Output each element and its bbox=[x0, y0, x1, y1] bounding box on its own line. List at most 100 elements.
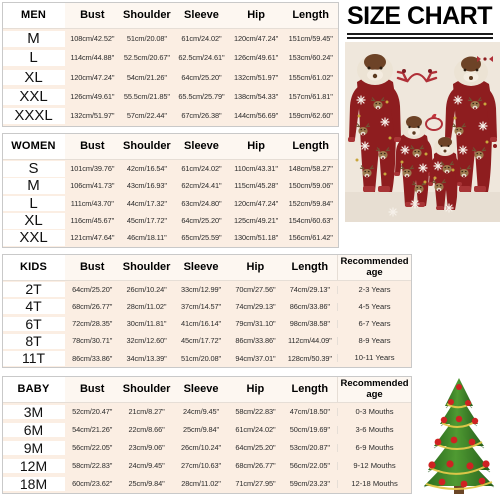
column-header-length: Length bbox=[292, 8, 329, 21]
table-row: M 106cm/41.73" 43cm/16.93" 62cm/24.41" 1… bbox=[3, 177, 338, 194]
cell-size: 2T bbox=[3, 282, 65, 297]
cell-size: 11T bbox=[3, 351, 65, 366]
table-row: 9M 56cm/22.05" 23cm/9.06" 26cm/10.24" 64… bbox=[3, 439, 411, 457]
cell-recommended-age: 3-6 Mouths bbox=[337, 426, 411, 434]
column-header-hip: Hip bbox=[246, 260, 265, 273]
cell-hip: 132cm/51.97" bbox=[234, 73, 279, 82]
cell-length: 128cm/50.39" bbox=[287, 354, 332, 363]
cell-recommended-age: 6-9 Mouths bbox=[337, 444, 411, 452]
cell-bust: 106cm/41.73" bbox=[70, 182, 115, 190]
table-row: 12M 58cm/22.83" 24cm/9.45" 27cm/10.63" 6… bbox=[3, 457, 411, 475]
cell-bust: 64cm/25.20" bbox=[72, 285, 113, 294]
cell-sleeve: 65.5cm/25.79" bbox=[178, 93, 225, 101]
table-row: 11T 86cm/33.86" 34cm/13.39" 51cm/20.08" … bbox=[3, 350, 411, 367]
column-header-category: KIDS bbox=[3, 255, 65, 280]
cell-length: 156cm/61.42" bbox=[288, 234, 333, 243]
cell-shoulder: 55.5cm/21.85" bbox=[123, 93, 170, 101]
size-table-kids: KIDS Bust Shoulder Sleeve Hip Length Rec… bbox=[2, 254, 412, 368]
cell-size: XL bbox=[3, 69, 65, 86]
cell-size: 12M bbox=[3, 458, 65, 474]
cell-length: 154cm/60.63" bbox=[288, 217, 333, 225]
cell-length: 98cm/38.58" bbox=[289, 320, 330, 328]
cell-size: L bbox=[3, 195, 65, 212]
cell-size: L bbox=[3, 50, 65, 66]
cell-length: 74cm/29.13" bbox=[289, 285, 330, 294]
cell-bust: 114cm/44.88" bbox=[70, 54, 115, 62]
cell-recommended-age: 9-12 Mouths bbox=[337, 462, 411, 470]
column-header-category: BABY bbox=[3, 377, 65, 402]
cell-sleeve: 28cm/11.02" bbox=[181, 480, 221, 488]
cell-shoulder: 45cm/17.72" bbox=[126, 217, 167, 225]
cell-bust: 72cm/28.35" bbox=[72, 320, 113, 328]
cell-shoulder: 21cm/8.27" bbox=[128, 408, 165, 416]
table-header-row: BABY Bust Shoulder Sleeve Hip Length Rec… bbox=[3, 377, 411, 403]
table-header-row: MEN Bust Shoulder Sleeve Hip Length bbox=[3, 3, 338, 29]
cell-size: M bbox=[3, 178, 65, 194]
column-header-shoulder: Shoulder bbox=[123, 139, 171, 152]
cell-hip: 120cm/47.24" bbox=[234, 199, 279, 208]
cell-size: XXL bbox=[3, 89, 65, 105]
cell-recommended-age: 10-11 Years bbox=[337, 354, 411, 363]
cell-sleeve: 61cm/24.02" bbox=[181, 164, 222, 173]
cell-shoulder: 23cm/9.06" bbox=[128, 444, 165, 452]
cell-sleeve: 65cm/25.59" bbox=[181, 234, 222, 243]
table-row: XXL 121cm/47.64" 46cm/18.11" 65cm/25.59"… bbox=[3, 230, 338, 247]
table-row: XL 120cm/47.24" 54cm/21.26" 64cm/25.20" … bbox=[3, 68, 338, 87]
cell-hip: 138cm/54.33" bbox=[234, 93, 279, 101]
table-header-row: KIDS Bust Shoulder Sleeve Hip Length Rec… bbox=[3, 255, 411, 281]
cell-bust: 120cm/47.24" bbox=[70, 73, 115, 82]
table-row: XXXL 132cm/51.97" 57cm/22.44" 67cm/26.38… bbox=[3, 107, 338, 126]
table-row: M 108cm/42.52" 51cm/20.08" 61cm/24.02" 1… bbox=[3, 29, 338, 48]
table-row: XL 116cm/45.67" 45cm/17.72" 64cm/25.20" … bbox=[3, 212, 338, 229]
cell-length: 56cm/22.05" bbox=[289, 462, 330, 470]
column-header-sleeve: Sleeve bbox=[184, 8, 219, 21]
cell-length: 157cm/61.81" bbox=[288, 93, 333, 101]
column-header-bust: Bust bbox=[80, 139, 105, 152]
cell-hip: 68cm/26.77" bbox=[235, 462, 276, 470]
cell-bust: 54cm/21.26" bbox=[72, 426, 113, 434]
cell-sleeve: 45cm/17.72" bbox=[180, 337, 222, 346]
table-body: M 108cm/42.52" 51cm/20.08" 61cm/24.02" 1… bbox=[3, 29, 338, 126]
christmas-tree-image bbox=[420, 372, 498, 498]
column-header-hip: Hip bbox=[247, 139, 265, 152]
cell-recommended-age: 12-18 Mouths bbox=[337, 480, 411, 488]
table-row: S 101cm/39.76" 42cm/16.54" 61cm/24.02" 1… bbox=[3, 160, 338, 177]
column-header-sleeve: Sleeve bbox=[183, 260, 219, 273]
cell-shoulder: 34cm/13.39" bbox=[126, 354, 167, 363]
cell-length: 159cm/62.60" bbox=[288, 112, 333, 121]
column-header-hip: Hip bbox=[246, 382, 265, 395]
cell-sleeve: 26cm/10.24" bbox=[180, 444, 222, 452]
column-header-hip: Hip bbox=[247, 8, 265, 21]
cell-sleeve: 67cm/26.38" bbox=[181, 112, 222, 121]
column-header-sleeve: Sleeve bbox=[184, 139, 219, 152]
cell-length: 50cm/19.69" bbox=[289, 426, 330, 434]
cell-bust: 68cm/26.77" bbox=[72, 302, 113, 311]
cell-hip: 94cm/37.01" bbox=[235, 354, 276, 363]
column-header-category: MEN bbox=[3, 3, 65, 28]
cell-size: 4T bbox=[3, 299, 65, 315]
column-header-length: Length bbox=[292, 139, 329, 152]
table-row: 6M 54cm/21.26" 22cm/8.66" 25cm/9.84" 61c… bbox=[3, 421, 411, 439]
cell-shoulder: 43cm/16.93" bbox=[126, 182, 167, 190]
cell-sleeve: 62cm/24.41" bbox=[181, 182, 222, 190]
cell-hip: 70cm/27.56" bbox=[235, 285, 276, 294]
cell-length: 151cm/59.45" bbox=[288, 34, 333, 43]
cell-size: S bbox=[3, 160, 65, 177]
cell-shoulder: 22cm/8.66" bbox=[128, 426, 165, 434]
column-header-bust: Bust bbox=[80, 8, 105, 21]
cell-sleeve: 37cm/14.57" bbox=[180, 302, 222, 311]
cell-recommended-age: 2-3 Years bbox=[337, 285, 411, 294]
cell-length: 150cm/59.06" bbox=[288, 182, 333, 190]
cell-size: 18M bbox=[3, 476, 65, 492]
column-header-shoulder: Shoulder bbox=[122, 382, 171, 395]
cell-bust: 101cm/39.76" bbox=[70, 164, 115, 173]
cell-shoulder: 30cm/11.81" bbox=[126, 320, 167, 328]
column-header-shoulder: Shoulder bbox=[122, 260, 171, 273]
cell-shoulder: 46cm/18.11" bbox=[127, 234, 167, 243]
cell-shoulder: 42cm/16.54" bbox=[126, 164, 167, 173]
cell-length: 152cm/59.84" bbox=[288, 199, 333, 208]
title-underline-bottom bbox=[347, 37, 493, 39]
cell-length: 153cm/60.24" bbox=[288, 54, 333, 62]
cell-bust: 86cm/33.86" bbox=[72, 354, 113, 363]
cell-sleeve: 64cm/25.20" bbox=[181, 217, 222, 225]
